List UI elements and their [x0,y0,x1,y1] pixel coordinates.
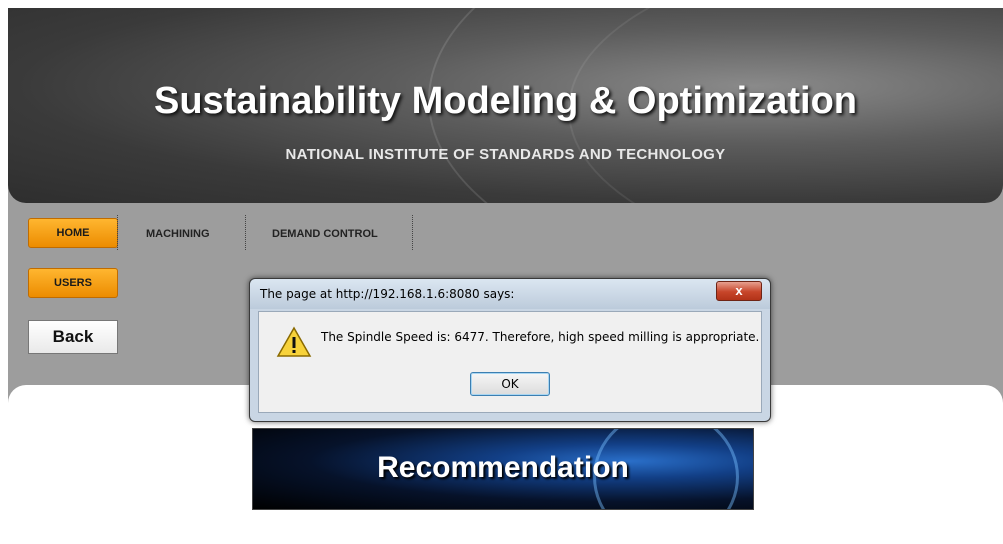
dialog-message: The Spindle Speed is: 6477. Therefore, h… [321,330,760,344]
home-button[interactable]: HOME [28,218,118,248]
warning-icon [276,326,312,357]
back-button[interactable]: Back [28,320,118,354]
dialog-body: The Spindle Speed is: 6477. Therefore, h… [258,311,762,413]
dialog-title: The page at http://192.168.1.6:8080 says… [260,287,515,301]
site-header: Sustainability Modeling & Optimization N… [8,8,1003,203]
dialog-titlebar[interactable]: The page at http://192.168.1.6:8080 says… [250,279,770,309]
users-button[interactable]: USERS [28,268,118,298]
machining-link[interactable]: MACHINING [146,228,210,240]
close-icon: x [735,283,743,298]
site-subtitle: NATIONAL INSTITUTE OF STANDARDS AND TECH… [285,146,726,163]
nav-separator [245,215,246,250]
nav-separator [412,215,413,250]
close-button[interactable]: x [716,281,762,301]
site-title: Sustainability Modeling & Optimization [153,80,858,122]
recommendation-banner: Recommendation [252,428,754,510]
banner-title: Recommendation [377,451,629,484]
ok-button[interactable]: OK [470,372,550,396]
demand-control-link[interactable]: DEMAND CONTROL [272,228,378,240]
nav-separator [117,215,118,250]
alert-dialog: The page at http://192.168.1.6:8080 says… [249,278,771,422]
